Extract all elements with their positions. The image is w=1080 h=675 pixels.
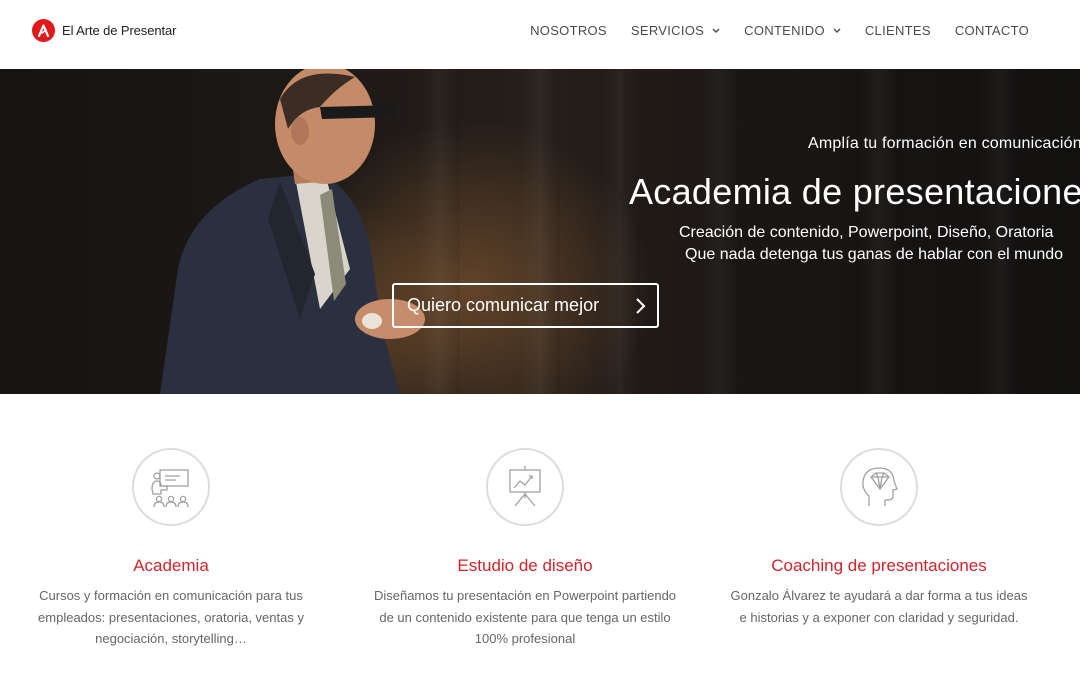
curtain-fold [520, 69, 560, 394]
service-description: Cursos y formación en comunicación para … [38, 588, 304, 646]
nav-item-clientes[interactable]: CLIENTES [865, 23, 931, 38]
chevron-right-icon [635, 297, 647, 320]
service-card-estudio: Estudio de diseño Diseñamos tu presentac… [365, 448, 685, 650]
main-nav: NOSOTROS SERVICIOS CONTENIDO CLIENTES CO… [530, 23, 1029, 38]
nav-item-servicios[interactable]: SERVICIOS [631, 23, 720, 38]
hero-title: Academia de presentaciones [629, 171, 1080, 212]
nav-item-nosotros[interactable]: NOSOTROS [530, 23, 607, 38]
hero-subtitle-line: Creación de contenido, Powerpoint, Diseñ… [679, 224, 1054, 241]
nav-item-label: SERVICIOS [630, 23, 705, 38]
service-title[interactable]: Coaching de presentaciones [719, 556, 1039, 576]
chart-easel-icon [486, 448, 564, 526]
hero-overline: Amplía tu formación en comunicación [808, 135, 1080, 152]
speaker-photo [160, 69, 425, 394]
service-description: Diseñamos tu presentación en Powerpoint … [373, 588, 677, 646]
nav-item-contacto[interactable]: CONTACTO [955, 23, 1029, 38]
classroom-presentation-icon [132, 448, 210, 526]
cta-button[interactable]: Quiero comunicar mejor [392, 283, 659, 328]
nav-item-contenido[interactable]: CONTENIDO [744, 23, 841, 38]
brand-logo[interactable]: El Arte de Presentar [32, 19, 176, 42]
nav-item-label: CONTACTO [954, 23, 1029, 38]
brand-logo-icon [32, 19, 55, 42]
site-header: El Arte de Presentar NOSOTROS SERVICIOS … [0, 0, 1080, 69]
head-diamond-icon [840, 448, 918, 526]
hero-subtitle: Creación de contenido, Powerpoint, Diseñ… [679, 222, 1080, 266]
chevron-down-icon [833, 28, 841, 34]
service-title[interactable]: Estudio de diseño [365, 556, 685, 576]
service-description: Gonzalo Álvarez te ayudará a dar forma a… [730, 588, 1028, 625]
hero-banner: Amplía tu formación en comunicación Acad… [0, 69, 1080, 394]
service-card-coaching: Coaching de presentaciones Gonzalo Álvar… [719, 448, 1039, 628]
nav-item-label: NOSOTROS [530, 23, 607, 38]
brand-name: El Arte de Presentar [62, 23, 177, 38]
nav-item-label: CONTENIDO [744, 23, 825, 38]
hero-subtitle-line: Que nada detenga tus ganas de hablar con… [685, 246, 1064, 263]
cta-button-label: Quiero comunicar mejor [407, 295, 600, 315]
service-title[interactable]: Academia [11, 556, 331, 576]
service-card-academia: Academia Cursos y formación en comunicac… [11, 448, 331, 650]
chevron-down-icon [712, 28, 720, 34]
services-section: Academia Cursos y formación en comunicac… [0, 394, 1080, 675]
nav-item-label: CLIENTES [864, 23, 931, 38]
curtain-fold [600, 69, 640, 394]
